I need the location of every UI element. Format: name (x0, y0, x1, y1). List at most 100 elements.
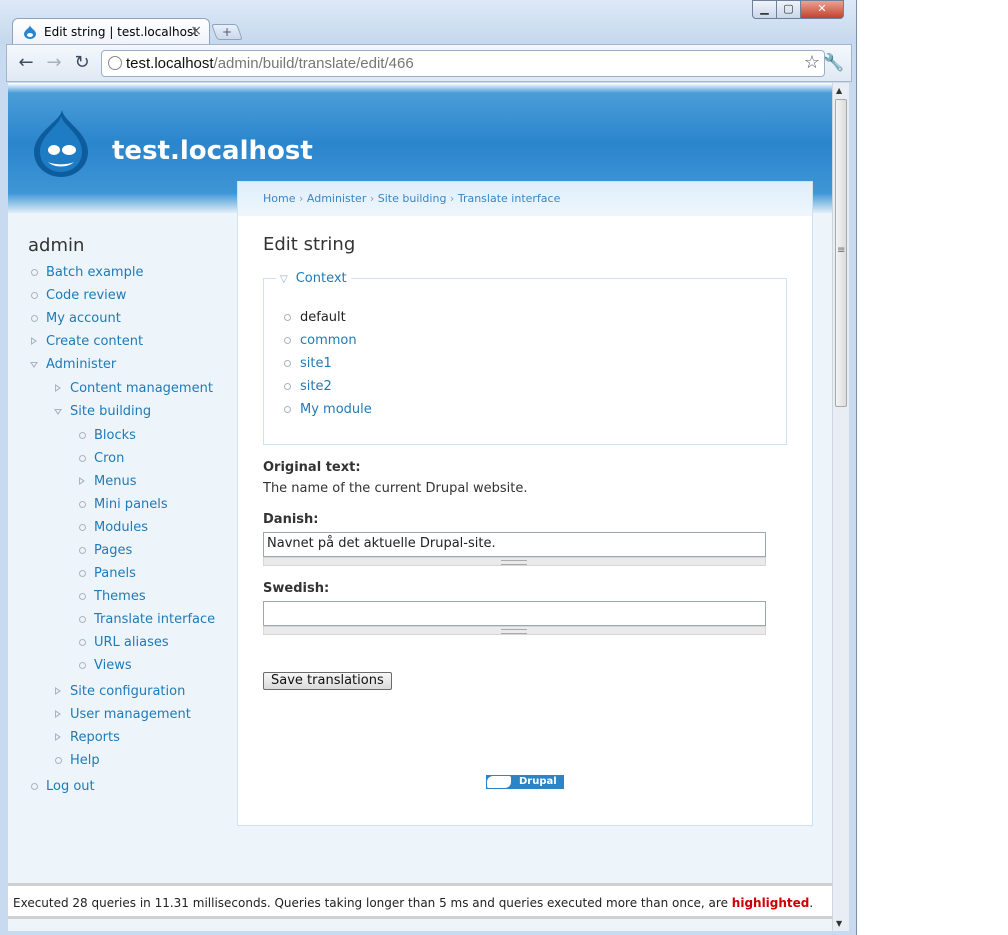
breadcrumb-administer-link[interactable]: Administer (307, 192, 366, 205)
sidebar-item-pages[interactable]: Pages (79, 543, 133, 558)
forward-button[interactable]: → (43, 52, 65, 74)
url-text: test.localhost/admin/build/translate/edi… (126, 55, 414, 72)
sidebar-item-url-aliases[interactable]: URL aliases (79, 635, 169, 650)
breadcrumb-separator: › (366, 192, 378, 205)
url-host: test.localhost (126, 55, 214, 72)
bullet-icon (79, 593, 86, 600)
sidebar-item-reports[interactable]: Reports (55, 730, 120, 745)
close-window-button[interactable]: ✕ (800, 0, 844, 19)
swedish-textarea[interactable] (263, 601, 766, 626)
powered-by-drupal-badge[interactable]: Drupal (486, 775, 564, 789)
scroll-down-arrow-icon[interactable]: ▼ (836, 919, 842, 928)
bullet-icon (55, 757, 62, 764)
sidebar-item-label: Blocks (94, 428, 136, 443)
sidebar-item-cron[interactable]: Cron (79, 451, 124, 466)
tab-close-icon[interactable]: × (190, 23, 202, 39)
context-item-common[interactable]: common (284, 332, 372, 355)
swedish-resize-grip[interactable] (263, 626, 766, 635)
browser-toolbar: ← → ↻ test.localhost/admin/build/transla… (6, 44, 852, 82)
reload-button[interactable]: ↻ (71, 52, 93, 74)
breadcrumb-separator: › (295, 192, 307, 205)
context-item-default[interactable]: default (284, 309, 372, 332)
collapsed-triangle-icon (79, 477, 85, 485)
browser-titlebar: Edit string | test.localhost × + ▁ ▢ ✕ (0, 0, 856, 46)
expanded-triangle-icon (30, 362, 38, 368)
sidebar-item-label: Batch example (46, 265, 144, 280)
bullet-icon (79, 662, 86, 669)
sidebar-item-mini-panels[interactable]: Mini panels (79, 497, 168, 512)
window-controls: ▁ ▢ ✕ (752, 0, 844, 20)
maximize-button[interactable]: ▢ (776, 0, 801, 19)
devel-footer-prefix: Executed 28 queries in 11.31 millisecond… (13, 896, 732, 910)
sidebar-item-site-building[interactable]: Site building (54, 404, 151, 419)
devel-query-log: Executed 28 queries in 11.31 millisecond… (8, 883, 832, 919)
bullet-icon (79, 616, 86, 623)
browser-tab[interactable]: Edit string | test.localhost × (12, 18, 210, 46)
context-item-site2[interactable]: site2 (284, 378, 372, 401)
sidebar-item-views[interactable]: Views (79, 658, 132, 673)
breadcrumb-separator: › (446, 192, 458, 205)
scrollbar-thumb[interactable] (835, 99, 847, 407)
context-item-site1[interactable]: site1 (284, 355, 372, 378)
sidebar-item-label: Pages (94, 543, 133, 558)
danish-textarea[interactable]: Navnet på det aktuelle Drupal-site. (263, 532, 766, 557)
vertical-scrollbar[interactable]: ▲ ▼ (832, 83, 849, 931)
devel-footer-text: Executed 28 queries in 11.31 millisecond… (13, 896, 813, 910)
save-translations-button[interactable]: Save translations (263, 672, 392, 690)
sidebar-item-site-configuration[interactable]: Site configuration (55, 684, 185, 699)
sidebar-item-menus[interactable]: Menus (79, 474, 136, 489)
context-legend-label: Context (295, 271, 347, 286)
sidebar-item-blocks[interactable]: Blocks (79, 428, 136, 443)
collapsed-triangle-icon (55, 687, 61, 695)
sidebar-item-label: URL aliases (94, 635, 169, 650)
bullet-icon (79, 524, 86, 531)
sidebar-item-label: Mini panels (94, 497, 168, 512)
sidebar-item-label: Code review (46, 288, 127, 303)
breadcrumb-translate-interface-link[interactable]: Translate interface (458, 192, 561, 205)
address-bar[interactable]: test.localhost/admin/build/translate/edi… (101, 50, 825, 77)
site-name[interactable]: test.localhost (112, 136, 313, 166)
sidebar-item-panels[interactable]: Panels (79, 566, 136, 581)
sidebar-item-user-management[interactable]: User management (55, 707, 191, 722)
wrench-icon[interactable]: 🔧 (823, 53, 844, 73)
devel-footer-suffix: . (809, 896, 814, 910)
sidebar-item-batch-example[interactable]: Batch example (31, 265, 144, 280)
breadcrumb-home-link[interactable]: Home (263, 192, 295, 205)
bookmark-star-icon[interactable]: ☆ (804, 52, 820, 73)
powered-by-label: Drupal (519, 776, 557, 787)
collapsed-triangle-icon (55, 710, 61, 718)
sidebar-item-label: Content management (70, 381, 213, 396)
sidebar-item-code-review[interactable]: Code review (31, 288, 127, 303)
sidebar-item-administer[interactable]: Administer (30, 357, 116, 372)
scroll-up-arrow-icon[interactable]: ▲ (836, 86, 842, 95)
minimize-button[interactable]: ▁ (752, 0, 777, 19)
swedish-label: Swedish: (263, 581, 330, 596)
sidebar-item-translate-interface[interactable]: Translate interface (79, 612, 215, 627)
context-list: default common site1 site2 My module (284, 309, 372, 424)
sidebar-item-log-out[interactable]: Log out (31, 779, 95, 794)
breadcrumb-bar: Home › Administer › Site building › Tran… (238, 182, 812, 216)
bullet-icon (79, 547, 86, 554)
sidebar-item-themes[interactable]: Themes (79, 589, 146, 604)
breadcrumb-site-building-link[interactable]: Site building (378, 192, 447, 205)
bullet-icon (79, 639, 86, 646)
drupal-logo-icon[interactable] (30, 110, 90, 178)
drupal-drop-icon (487, 776, 511, 788)
danish-resize-grip[interactable] (263, 557, 766, 566)
sidebar-item-label: Create content (46, 334, 144, 349)
sidebar-item-my-account[interactable]: My account (31, 311, 121, 326)
sidebar-item-label: Help (70, 753, 100, 768)
sidebar-item-create-content[interactable]: Create content (31, 334, 144, 349)
context-item-my-module[interactable]: My module (284, 401, 372, 424)
back-button[interactable]: ← (15, 52, 37, 74)
context-legend[interactable]: ▽ Context (276, 271, 351, 286)
bullet-icon (79, 432, 86, 439)
sidebar-item-modules[interactable]: Modules (79, 520, 148, 535)
devel-footer-highlight: highlighted (731, 896, 810, 910)
new-tab-button[interactable]: + (211, 24, 243, 40)
sidebar-item-content-management[interactable]: Content management (55, 381, 213, 396)
expanded-triangle-icon (54, 409, 62, 415)
tab-title: Edit string | test.localhost (44, 25, 198, 39)
original-text-value: The name of the current Drupal website. (263, 481, 528, 496)
sidebar-item-help[interactable]: Help (55, 753, 100, 768)
